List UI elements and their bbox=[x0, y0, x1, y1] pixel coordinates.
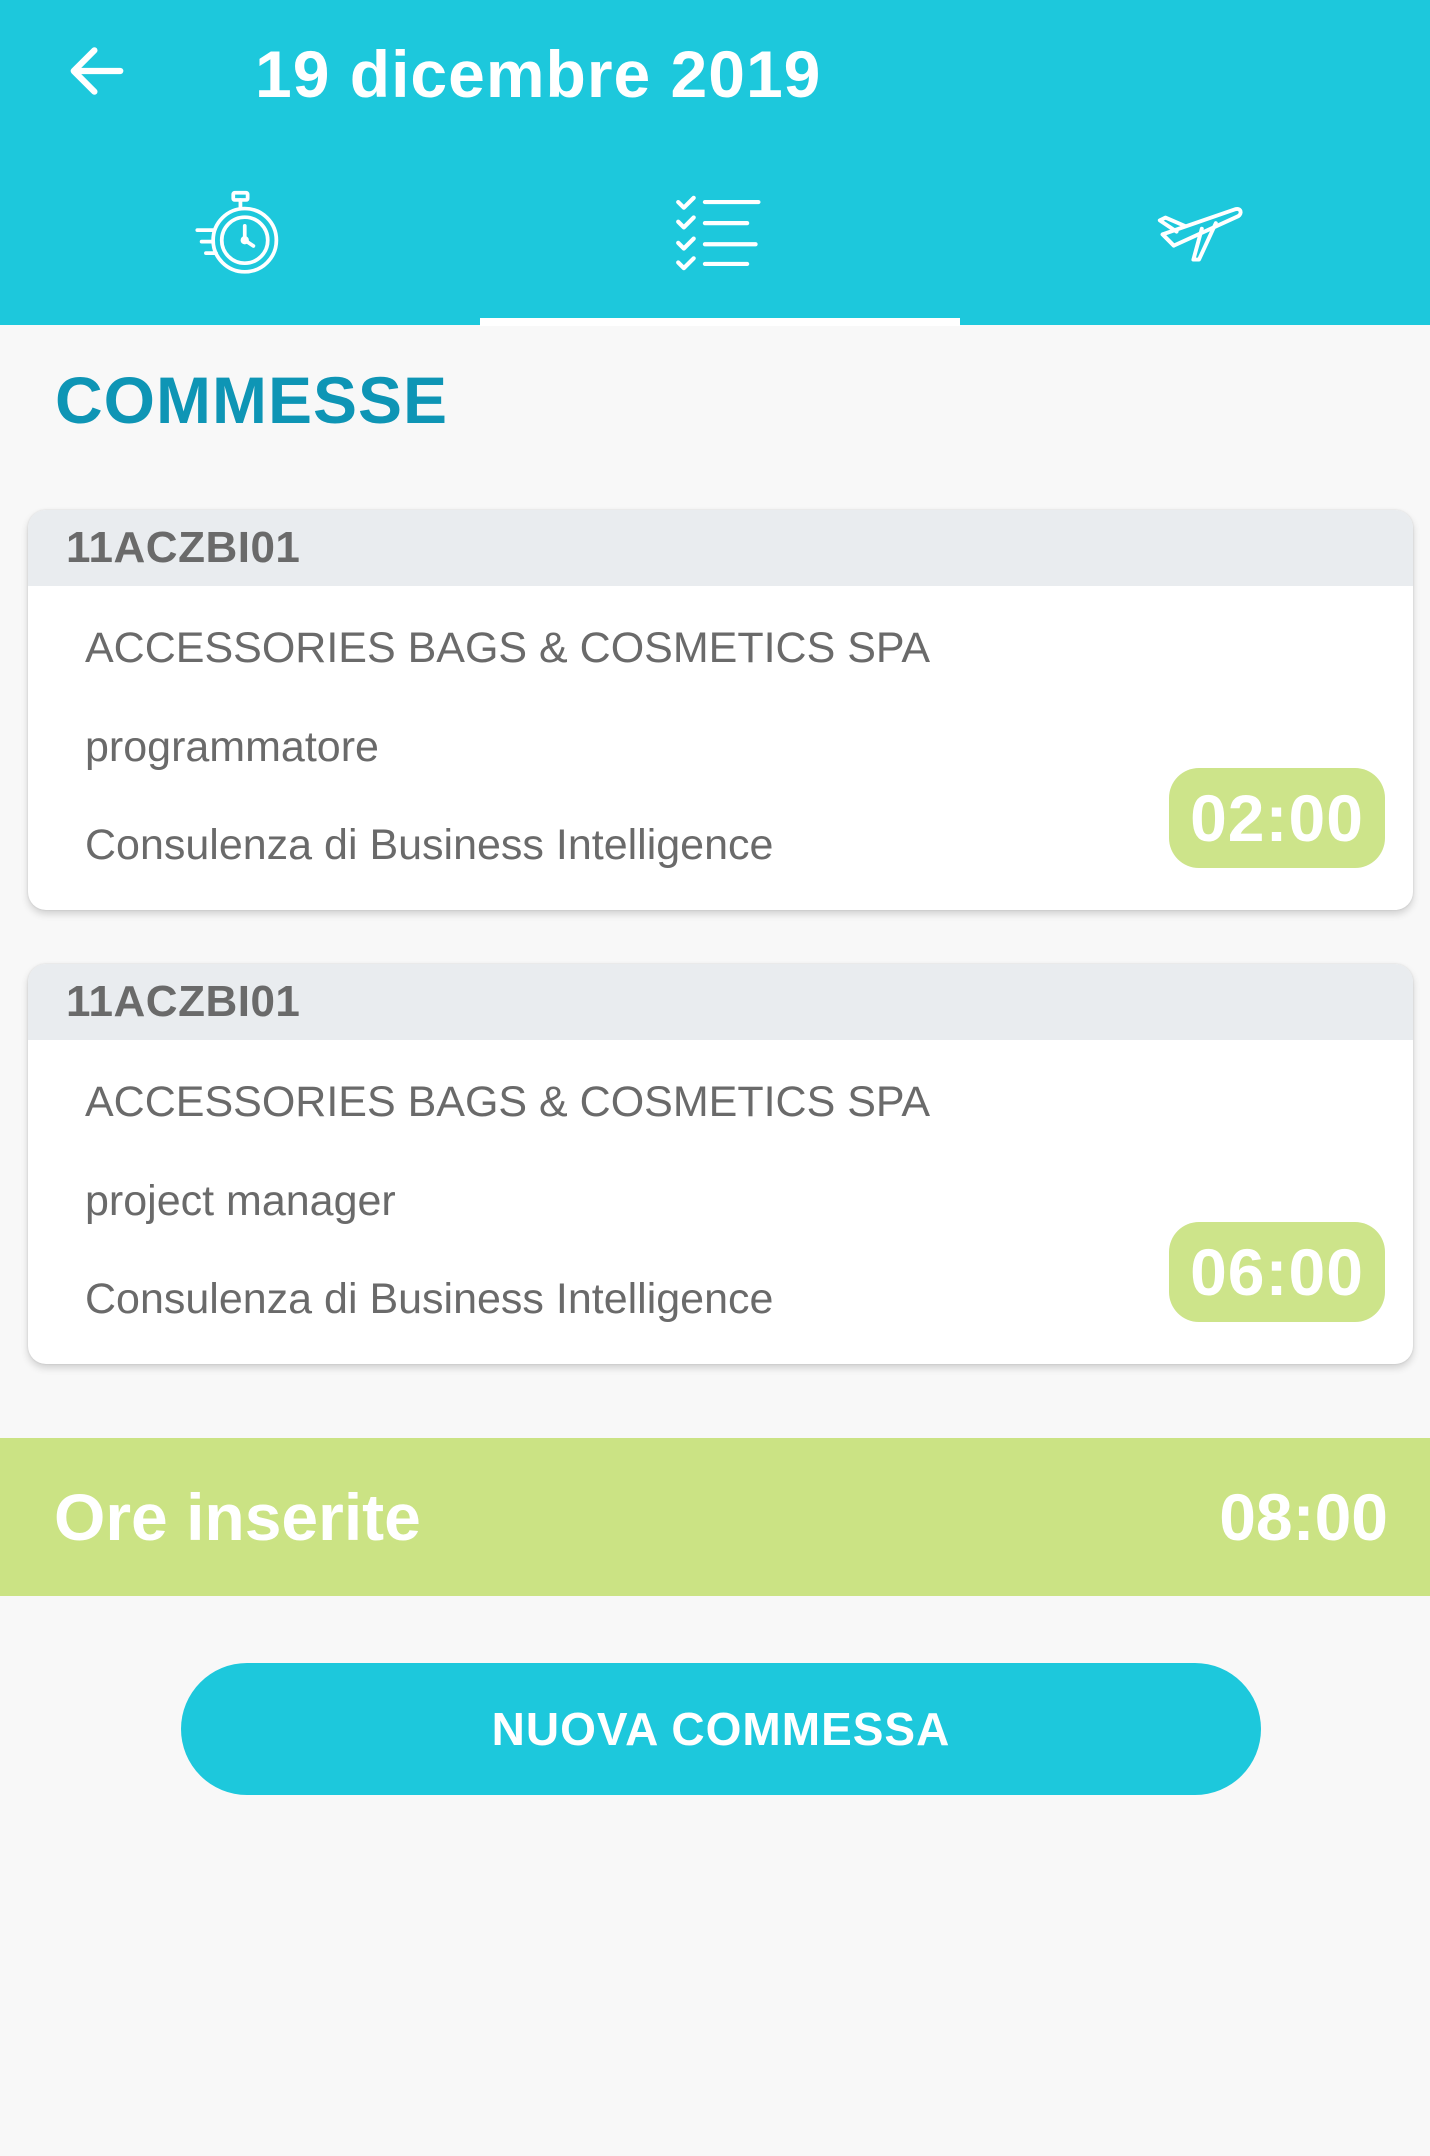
tab-timer[interactable] bbox=[0, 170, 477, 325]
hours-badge: 02:00 bbox=[1169, 768, 1385, 868]
commessa-client: ACCESSORIES BAGS & COSMETICS SPA bbox=[85, 1078, 931, 1126]
commessa-card[interactable]: 11ACZBI01 ACCESSORIES BAGS & COSMETICS S… bbox=[28, 964, 1413, 1364]
totals-bar: Ore inserite 08:00 bbox=[0, 1438, 1430, 1596]
tab-commesse[interactable] bbox=[480, 170, 957, 325]
checklist-icon bbox=[674, 193, 764, 278]
commessa-role: programmatore bbox=[85, 723, 379, 771]
new-commessa-button[interactable]: NUOVA COMMESSA bbox=[181, 1663, 1261, 1795]
page-title: 19 dicembre 2019 bbox=[255, 37, 822, 111]
top-app-bar: 19 dicembre 2019 bbox=[0, 0, 1430, 326]
app-root: 19 dicembre 2019 COMMESSE 11ACZBI01 ACCE… bbox=[0, 0, 1430, 2156]
commessa-role: project manager bbox=[85, 1177, 396, 1225]
hours-badge: 06:00 bbox=[1169, 1222, 1385, 1322]
airplane-icon bbox=[1154, 198, 1244, 273]
stopwatch-icon bbox=[193, 187, 285, 284]
section-title: COMMESSE bbox=[55, 363, 449, 437]
totals-label: Ore inserite bbox=[54, 1480, 421, 1554]
commessa-code: 11ACZBI01 bbox=[28, 510, 1413, 586]
commessa-card[interactable]: 11ACZBI01 ACCESSORIES BAGS & COSMETICS S… bbox=[28, 510, 1413, 910]
active-tab-indicator bbox=[480, 318, 960, 326]
back-button[interactable] bbox=[52, 28, 142, 118]
totals-value: 08:00 bbox=[1219, 1480, 1388, 1554]
commessa-code: 11ACZBI01 bbox=[28, 964, 1413, 1040]
commessa-client: ACCESSORIES BAGS & COSMETICS SPA bbox=[85, 624, 931, 672]
arrow-left-icon bbox=[66, 40, 128, 107]
commessa-activity: Consulenza di Business Intelligence bbox=[85, 1275, 774, 1323]
commessa-activity: Consulenza di Business Intelligence bbox=[85, 821, 774, 869]
tab-trasferte[interactable] bbox=[960, 170, 1430, 325]
